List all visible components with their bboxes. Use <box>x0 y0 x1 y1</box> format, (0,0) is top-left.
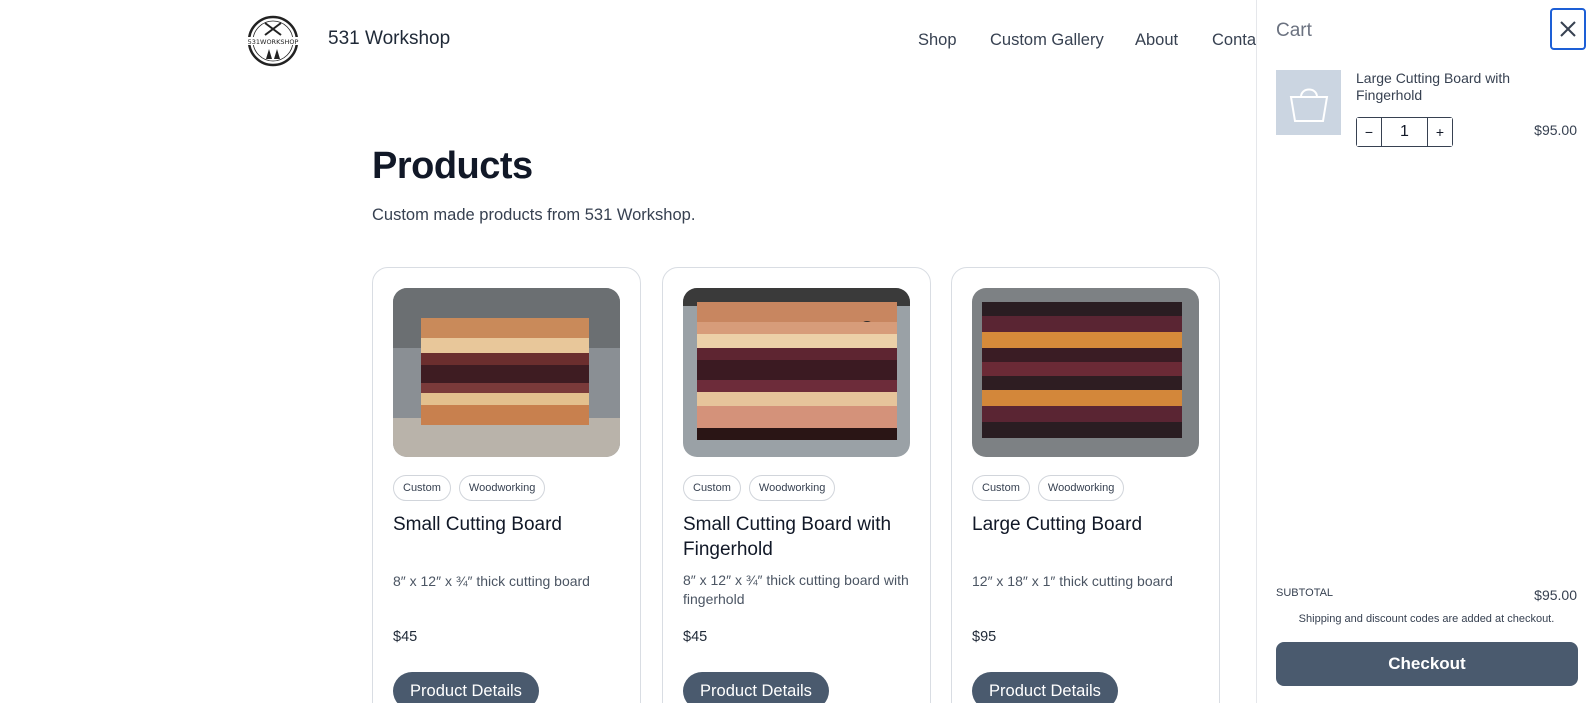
product-description: 8″ x 12″ x ¾″ thick cutting board <box>393 573 590 589</box>
product-title[interactable]: Small Cutting Board <box>393 512 623 537</box>
tag-custom[interactable]: Custom <box>683 475 741 501</box>
page-description: Custom made products from 531 Workshop. <box>372 206 696 224</box>
product-image[interactable] <box>972 288 1199 457</box>
increase-quantity-button[interactable]: + <box>1427 118 1452 146</box>
product-image[interactable] <box>683 288 910 457</box>
subtotal-label: SUBTOTAL <box>1276 587 1334 599</box>
cart-item-thumbnail <box>1276 70 1341 135</box>
tag-custom[interactable]: Custom <box>972 475 1030 501</box>
close-icon <box>1560 21 1576 37</box>
decrease-quantity-button[interactable]: − <box>1357 118 1382 146</box>
cart-drawer: Cart Large Cutting Board with Fingerhold… <box>1256 0 1595 703</box>
nav-shop[interactable]: Shop <box>918 31 957 50</box>
product-title[interactable]: Large Cutting Board <box>972 512 1202 537</box>
cart-item-price: $95.00 <box>1534 122 1577 138</box>
svg-text:531WORKSHOP: 531WORKSHOP <box>248 38 299 46</box>
quantity-stepper: − 1 + <box>1356 117 1453 147</box>
nav-contact[interactable]: Conta <box>1212 31 1256 50</box>
workshop-logo[interactable]: 531WORKSHOP <box>243 15 303 67</box>
product-price: $95 <box>972 629 997 645</box>
product-image[interactable] <box>393 288 620 457</box>
tag-custom[interactable]: Custom <box>393 475 451 501</box>
page-title: Products <box>372 145 533 187</box>
tag-woodworking[interactable]: Woodworking <box>458 475 546 501</box>
close-cart-button[interactable] <box>1550 8 1586 50</box>
product-details-button[interactable]: Product Details <box>683 672 829 703</box>
quantity-input[interactable]: 1 <box>1382 118 1427 146</box>
product-price: $45 <box>683 629 708 645</box>
nav-about[interactable]: About <box>1135 31 1178 50</box>
tag-woodworking[interactable]: Woodworking <box>748 475 836 501</box>
product-details-button[interactable]: Product Details <box>393 672 539 703</box>
checkout-button[interactable]: Checkout <box>1276 642 1578 686</box>
product-title[interactable]: Small Cutting Board with Fingerhold <box>683 512 913 562</box>
tag-woodworking[interactable]: Woodworking <box>1037 475 1125 501</box>
product-price: $45 <box>393 629 418 645</box>
shipping-note: Shipping and discount codes are added at… <box>1298 613 1555 625</box>
cart-item-name: Large Cutting Board with Fingerhold <box>1356 70 1511 103</box>
product-card: Custom Woodworking Small Cutting Board w… <box>662 267 931 703</box>
brand-name[interactable]: 531 Workshop <box>328 28 450 50</box>
product-description: 12″ x 18″ x 1″ thick cutting board <box>972 573 1173 589</box>
product-card: Custom Woodworking Large Cutting Board 1… <box>951 267 1220 703</box>
shopping-bag-icon <box>1289 88 1328 122</box>
product-details-button[interactable]: Product Details <box>972 672 1118 703</box>
product-card: Custom Woodworking Small Cutting Board 8… <box>372 267 641 703</box>
subtotal-value: $95.00 <box>1534 587 1577 603</box>
nav-custom-gallery[interactable]: Custom Gallery <box>990 31 1104 50</box>
cart-title: Cart <box>1276 20 1312 41</box>
product-description: 8″ x 12″ x ¾″ thick cutting board with f… <box>683 572 909 607</box>
